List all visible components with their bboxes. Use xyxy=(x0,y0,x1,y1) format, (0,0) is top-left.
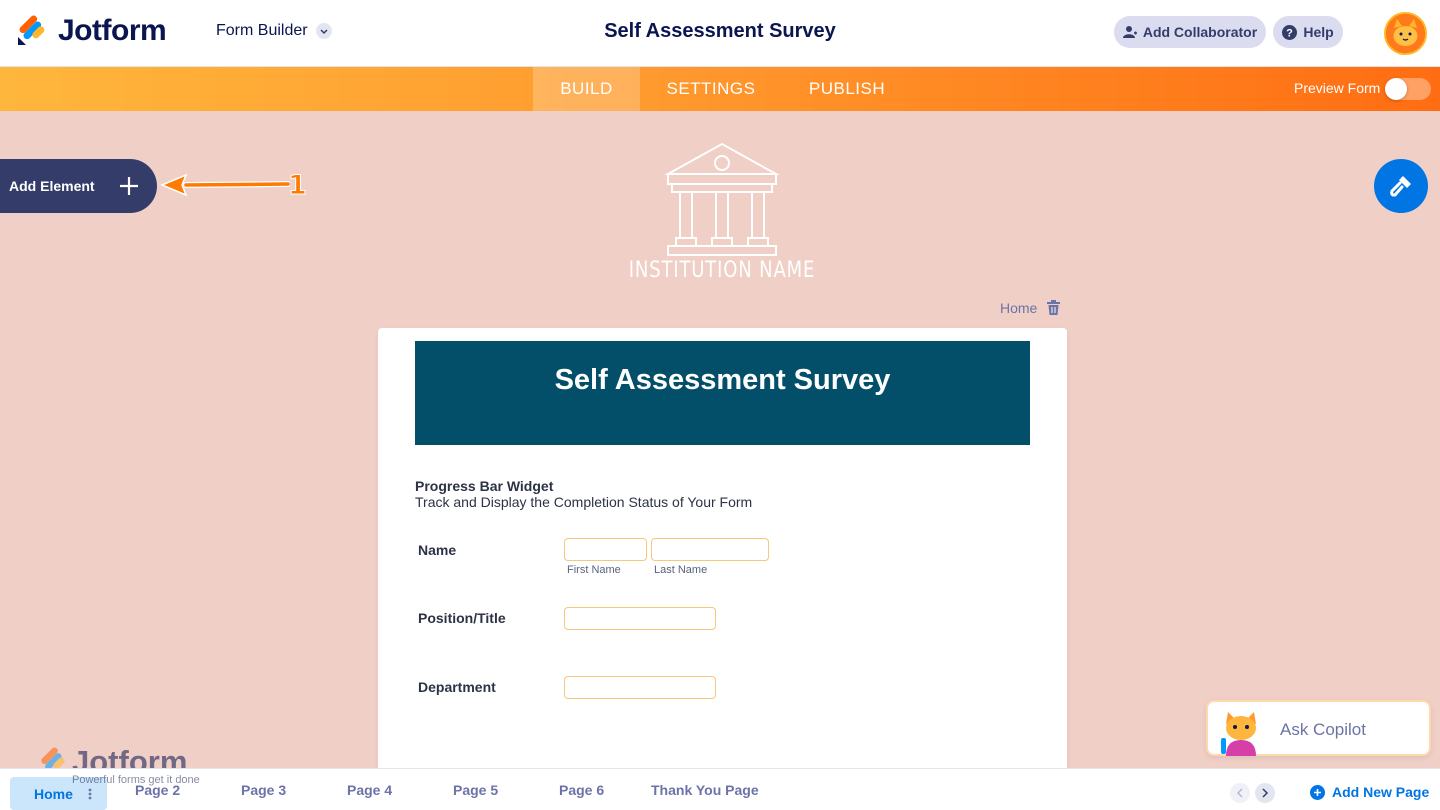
form-builder-dropdown[interactable]: Form Builder xyxy=(216,22,332,40)
tab-publish[interactable]: PUBLISH xyxy=(790,67,904,111)
form-heading: Self Assessment Survey xyxy=(554,364,891,396)
plus-circle-icon xyxy=(1310,784,1325,800)
copilot-cat-icon xyxy=(1221,712,1256,756)
position-input[interactable] xyxy=(564,607,716,630)
add-new-page-button[interactable]: Add New Page xyxy=(1310,784,1429,800)
svg-text:?: ? xyxy=(1286,27,1293,39)
form-header[interactable]: Self Assessment Survey xyxy=(415,341,1030,445)
tab-settings[interactable]: SETTINGS xyxy=(651,67,771,111)
more-vertical-icon[interactable] xyxy=(83,787,97,801)
jotform-logo[interactable]: Jotform xyxy=(16,14,167,48)
first-name-sublabel: First Name xyxy=(567,564,621,576)
builder-nav: BUILD SETTINGS PUBLISH xyxy=(0,67,1440,111)
name-label: Name xyxy=(418,542,457,558)
brand-name: Jotform xyxy=(58,14,167,47)
pages-prev-button[interactable] xyxy=(1230,783,1250,803)
form-designer-button[interactable] xyxy=(1374,159,1428,213)
widget-title: Progress Bar Widget xyxy=(415,478,554,494)
watermark-tagline: Powerful forms get it done xyxy=(72,774,200,786)
plus-icon xyxy=(120,177,138,195)
page-tab-page-5[interactable]: Page 5 xyxy=(453,769,498,810)
user-avatar[interactable] xyxy=(1384,12,1427,55)
widget-subtitle: Track and Display the Completion Status … xyxy=(415,494,753,510)
annotation-arrow xyxy=(160,173,290,197)
page-tab-thank-you[interactable]: Thank You Page xyxy=(651,769,759,810)
form-title[interactable]: Self Assessment Survey xyxy=(604,20,836,42)
add-user-icon xyxy=(1122,26,1137,38)
tab-build[interactable]: BUILD xyxy=(533,67,640,111)
last-name-sublabel: Last Name xyxy=(654,564,708,576)
toggle-knob xyxy=(1385,78,1407,100)
trash-icon[interactable] xyxy=(1047,300,1060,315)
top-bar: Jotform Form Builder Self Assessment Sur… xyxy=(0,0,1440,67)
paint-roller-icon xyxy=(1390,176,1411,197)
page-tabs-bar: Home Page 2 Page 3 Page 4 Page 5 Page 6 … xyxy=(0,768,1440,810)
form-builder-label: Form Builder xyxy=(216,22,308,39)
pages-next-button[interactable] xyxy=(1255,783,1275,803)
last-name-input[interactable] xyxy=(651,538,769,561)
add-new-page-label: Add New Page xyxy=(1332,784,1430,800)
add-element-button[interactable]: Add Element xyxy=(0,159,157,213)
ask-copilot-label: Ask Copilot xyxy=(1280,720,1366,739)
preview-form-label: Preview Form xyxy=(1294,80,1381,96)
position-label: Position/Title xyxy=(418,610,506,626)
chevron-right-icon xyxy=(1262,788,1269,798)
page-tab-page-6[interactable]: Page 6 xyxy=(559,769,604,810)
add-element-label: Add Element xyxy=(9,178,95,194)
ask-copilot-button[interactable]: Ask Copilot xyxy=(1206,700,1431,756)
help-icon: ? xyxy=(1282,24,1298,40)
help-label: Help xyxy=(1303,24,1334,40)
page-tab-home-label: Home xyxy=(34,785,73,802)
preview-form-toggle[interactable] xyxy=(1385,78,1431,100)
page-tab-page-3[interactable]: Page 3 xyxy=(241,769,286,810)
add-collaborator-button[interactable]: Add Collaborator xyxy=(1114,16,1266,48)
annotation-number: 1 xyxy=(288,170,308,202)
department-label: Department xyxy=(418,679,496,695)
help-button[interactable]: ? Help xyxy=(1273,16,1343,48)
chevron-down-icon xyxy=(315,23,332,39)
first-name-input[interactable] xyxy=(564,538,647,561)
page-name-label[interactable]: Home xyxy=(1000,300,1037,316)
form-card: Self Assessment Survey Progress Bar Widg… xyxy=(378,328,1067,788)
department-input[interactable] xyxy=(564,676,716,699)
chevron-left-icon xyxy=(1236,788,1243,798)
cat-avatar-icon xyxy=(1386,14,1425,53)
institution-name: INSTITUTION NAME xyxy=(628,258,816,283)
add-collaborator-label: Add Collaborator xyxy=(1142,24,1258,40)
page-tab-page-4[interactable]: Page 4 xyxy=(347,769,392,810)
jotform-logo-icon xyxy=(18,15,45,45)
